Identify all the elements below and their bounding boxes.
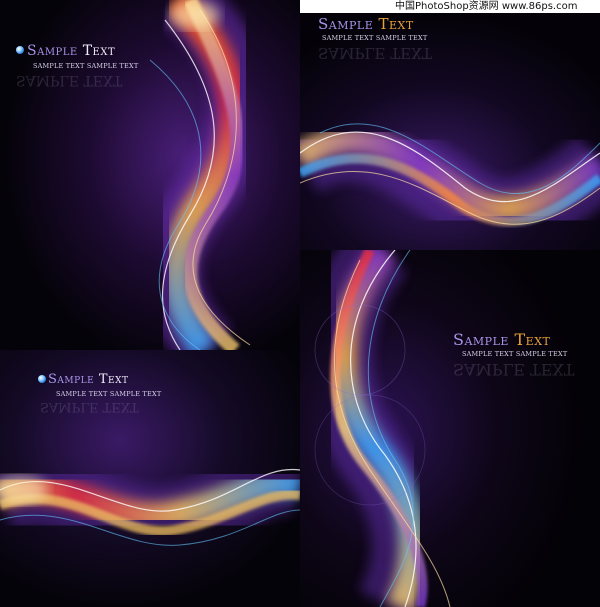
panel-subtitle: SAMPLE TEXT SAMPLE TEXT [322,34,428,42]
title-word-2: Text [98,372,129,387]
panel-subtitle: SAMPLE TEXT SAMPLE TEXT [462,350,568,358]
panel-subtitle: SAMPLE TEXT SAMPLE TEXT [56,390,162,398]
title-word-2: Text [514,330,551,349]
title-word-1: Sample [48,372,95,387]
panel-bottom-left: Sample Text SAMPLE TEXT SAMPLE TEXT SAMP… [0,350,300,607]
panel-top-left: Sample Text SAMPLE TEXT SAMPLE TEXT SAMP… [0,0,300,350]
horizontal-light-wave-graphic [0,350,300,607]
panel-title: Sample Text [453,330,550,349]
watermark-text: 中国PhotoShop资源网 www.86ps.com [392,0,581,13]
title-reflection: SAMPLE TEXT [453,360,575,379]
title-word-1: Sample [453,330,509,349]
title-reflection: SAMPLE TEXT [318,44,432,62]
vertical-light-wave-graphic [300,250,600,607]
panel-bottom-right: Sample Text SAMPLE TEXT SAMPLE TEXT SAMP… [300,250,600,607]
title-reflection: SAMPLE TEXT [16,72,123,88]
title-reflection: SAMPLE TEXT [40,399,139,414]
panel-subtitle: SAMPLE TEXT SAMPLE TEXT [33,62,139,70]
panel-title: Sample Text [318,15,414,33]
blue-orb-icon [38,375,46,383]
panel-title: Sample Text [27,43,115,59]
title-word-1: Sample [318,15,374,33]
title-word-2: Text [378,15,414,33]
title-word-2: Text [82,43,116,59]
panel-title: Sample Text [48,372,129,387]
title-word-1: Sample [27,43,78,59]
blue-orb-icon [16,46,24,54]
panel-top-right: Sample Text SAMPLE TEXT SAMPLE TEXT SAMP… [300,13,600,250]
